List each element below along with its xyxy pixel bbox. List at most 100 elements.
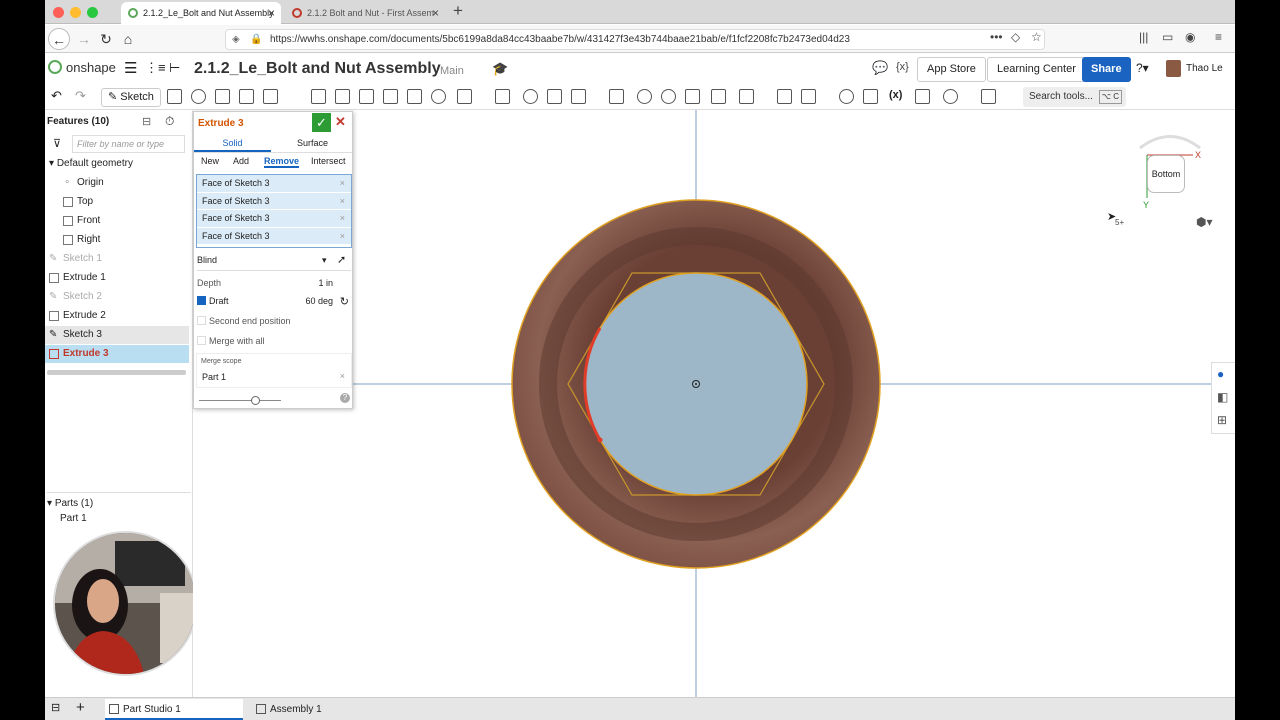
learning-center-button[interactable]: Learning Center — [987, 57, 1086, 82]
avatar[interactable] — [1166, 60, 1181, 77]
appearance-icon[interactable]: ● — [1217, 367, 1224, 381]
configurations-icon[interactable]: ◧ — [1217, 390, 1228, 404]
add-tab-icon[interactable]: + — [76, 699, 85, 716]
help-icon[interactable]: ?▾ — [1136, 61, 1149, 75]
pocket-icon[interactable]: ◇ — [1011, 30, 1020, 44]
op-add-tab[interactable]: Add — [233, 156, 249, 166]
selection-item[interactable]: Face of Sketch 3 × — [197, 192, 351, 210]
timer-icon[interactable]: ⏱ — [165, 114, 174, 129]
browser-tab-inactive[interactable]: 2.1.2 Bolt and Nut - First Assem × — [285, 2, 445, 24]
onshape-logo-icon[interactable] — [48, 60, 62, 74]
undo-icon[interactable]: ↶ — [51, 88, 62, 104]
curves-icon[interactable] — [915, 89, 930, 104]
preview-slider-handle[interactable] — [251, 396, 260, 405]
loft-icon[interactable] — [239, 89, 254, 104]
versions-icon[interactable]: ⋮≡ — [145, 60, 166, 76]
close-tab-icon[interactable]: × — [268, 2, 275, 24]
branch-label[interactable]: Main — [440, 65, 464, 77]
remove-selection-icon[interactable]: × — [340, 210, 345, 227]
menu-icon[interactable]: ≡ — [1215, 30, 1222, 44]
reload-button[interactable]: ↻ — [95, 28, 117, 50]
part-list-item[interactable]: Part 1 — [60, 513, 87, 524]
shell-icon[interactable] — [407, 89, 422, 104]
solid-tab[interactable]: Solid — [194, 136, 271, 152]
selection-item[interactable]: Face of Sketch 3 × — [197, 210, 351, 228]
view-cube-face[interactable]: Bottom — [1147, 155, 1185, 193]
plane-icon[interactable] — [739, 89, 754, 104]
sheet-metal-icon[interactable] — [943, 89, 958, 104]
offset-surface-icon[interactable] — [711, 89, 726, 104]
preview-slider-track[interactable] — [199, 400, 281, 401]
insert-icon[interactable]: ⊢ — [169, 60, 180, 76]
replace-face-icon[interactable] — [685, 89, 700, 104]
draft-angle-input[interactable]: 60 deg — [305, 296, 333, 306]
library-icon[interactable]: ||| — [1139, 30, 1148, 44]
helix-icon[interactable] — [801, 89, 816, 104]
instances-icon[interactable]: ⊞ — [1217, 413, 1227, 427]
faces-selection-list[interactable]: Face of Sketch 3 × Face of Sketch 3 × Face… — [196, 174, 352, 248]
feature-extrude-1[interactable]: Extrude 1 — [45, 269, 189, 287]
document-name[interactable]: 2.1.2_Le_Bolt and Nut Assembly — [194, 60, 441, 78]
second-end-checkbox[interactable] — [197, 316, 206, 325]
draft-checkbox[interactable] — [197, 296, 206, 305]
linear-pattern-icon[interactable] — [457, 89, 472, 104]
tab-manager-icon[interactable]: ⊟ — [51, 701, 60, 714]
feature-sketch-1[interactable]: ✎ Sketch 1 — [45, 250, 189, 268]
remove-selection-icon[interactable]: × — [340, 228, 345, 245]
thicken-icon[interactable] — [263, 89, 278, 104]
surface-tab[interactable]: Surface — [274, 136, 351, 152]
op-remove-tab[interactable]: Remove — [264, 156, 300, 168]
cancel-x-icon[interactable]: ✕ — [335, 114, 346, 130]
comments-icon[interactable]: 💬 — [872, 60, 888, 76]
merge-scope-field[interactable]: Merge scope Part 1 × — [196, 353, 352, 388]
parts-header[interactable]: ▾ Parts (1) — [47, 492, 191, 509]
forward-button[interactable]: → — [73, 28, 95, 50]
search-tools-input[interactable]: Search tools... ⌥ C — [1023, 87, 1126, 107]
feature-origin[interactable]: ∘ Origin — [45, 174, 189, 192]
section-icon[interactable] — [863, 89, 878, 104]
remove-selection-icon[interactable]: × — [340, 175, 345, 192]
feature-plane-front[interactable]: Front — [45, 212, 189, 230]
selection-item[interactable]: Face of Sketch 3 × — [197, 227, 351, 245]
boolean-icon[interactable] — [523, 89, 538, 104]
share-button[interactable]: Share — [1082, 57, 1131, 82]
feature-plane-right[interactable]: Right — [45, 231, 189, 249]
home-button[interactable]: ⌂ — [117, 28, 139, 50]
revolve-icon[interactable] — [191, 89, 206, 104]
view-options-icon[interactable]: ⬢▾ — [1196, 215, 1213, 229]
extrude-icon[interactable] — [167, 89, 182, 104]
close-window-button[interactable] — [53, 7, 64, 18]
tab-assembly-1[interactable]: Assembly 1 — [252, 699, 390, 720]
feature-extrude-3[interactable]: Extrude 3 — [45, 345, 189, 363]
hamburger-menu-icon[interactable]: ☰ — [124, 59, 137, 77]
split-icon[interactable] — [547, 89, 562, 104]
feature-sketch-2[interactable]: ✎ Sketch 2 — [45, 288, 189, 306]
app-store-button[interactable]: App Store — [917, 57, 986, 82]
move-face-icon[interactable] — [661, 89, 676, 104]
end-type-select[interactable]: Blind ▾ ➚ — [197, 254, 351, 271]
page-actions-icon[interactable]: ••• — [990, 30, 1003, 44]
account-icon[interactable]: ◉ — [1185, 30, 1195, 44]
feature-filter-input[interactable]: Filter by name or type — [72, 135, 185, 153]
transform-icon[interactable] — [571, 89, 586, 104]
merge-all-checkbox[interactable] — [197, 336, 206, 345]
chamfer-icon[interactable] — [335, 89, 350, 104]
remove-selection-icon[interactable]: × — [340, 193, 345, 210]
redo-icon[interactable]: ↷ — [75, 88, 86, 104]
hole-icon[interactable] — [431, 89, 446, 104]
chevron-down-icon[interactable]: ▾ — [49, 158, 57, 169]
zoom-window-button[interactable] — [87, 7, 98, 18]
feature-extrude-2[interactable]: Extrude 2 — [45, 307, 189, 325]
minimize-window-button[interactable] — [70, 7, 81, 18]
default-geometry-group[interactable]: ▾ Default geometry — [45, 155, 189, 173]
tab-part-studio-1[interactable]: Part Studio 1 — [105, 699, 243, 720]
remove-selection-icon[interactable]: × — [340, 371, 345, 381]
help-icon[interactable]: ? — [340, 393, 350, 403]
sweep-icon[interactable] — [215, 89, 230, 104]
bookmark-star-icon[interactable]: ☆ — [1031, 30, 1042, 44]
text-icon[interactable] — [981, 89, 996, 104]
accept-checkmark-icon[interactable]: ✓ — [312, 113, 331, 132]
draft-icon[interactable] — [359, 89, 374, 104]
op-intersect-tab[interactable]: Intersect — [311, 156, 346, 166]
education-cap-icon[interactable]: 🎓 — [492, 61, 508, 77]
